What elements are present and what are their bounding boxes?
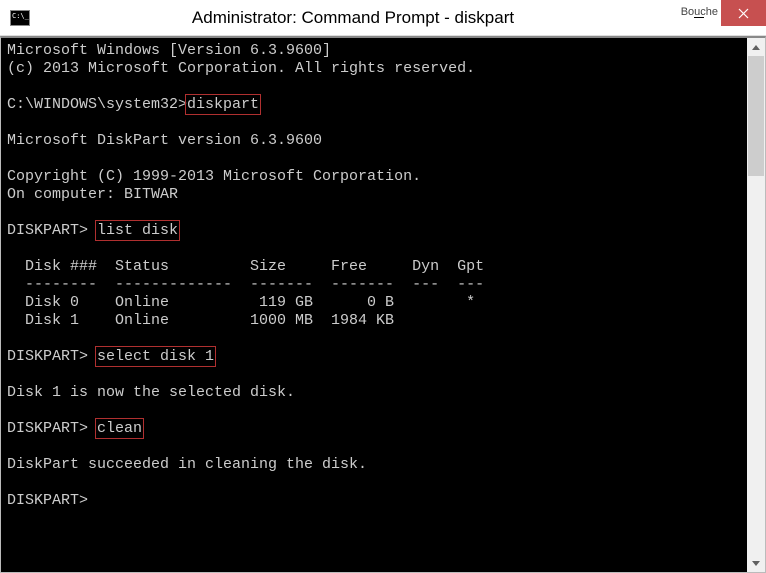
prompt: DISKPART> [7,222,97,239]
blank-line [7,366,741,384]
output-line: Disk 1 is now the selected disk. [7,384,741,402]
scroll-thumb[interactable] [748,56,764,176]
output-line: Microsoft DiskPart version 6.3.9600 [7,132,741,150]
table-header: Disk ### Status Size Free Dyn Gpt [7,258,741,276]
output-line: DiskPart succeeded in cleaning the disk. [7,456,741,474]
command-diskpart: diskpart [187,96,259,113]
prompt-line: DISKPART> clean [7,420,741,438]
table-row: Disk 0 Online 119 GB 0 B * [7,294,741,312]
output-line: Microsoft Windows [Version 6.3.9600] [7,42,741,60]
output-line: Copyright (C) 1999-2013 Microsoft Corpor… [7,168,741,186]
blank-line [7,240,741,258]
close-button[interactable] [721,0,766,26]
prompt-line: DISKPART> select disk 1 [7,348,741,366]
close-icon [738,8,749,19]
prompt: DISKPART> [7,348,97,365]
blank-line [7,402,741,420]
blank-line [7,114,741,132]
prompt-line: DISKPART> list disk [7,222,741,240]
partial-text: Bouche [681,6,718,18]
blank-line [7,330,741,348]
command-clean: clean [97,420,142,437]
prompt-line: C:\WINDOWS\system32>diskpart [7,96,741,114]
table-sep: -------- ------------- ------- ------- -… [7,276,741,294]
window-titlebar: Administrator: Command Prompt - diskpart… [0,0,766,36]
table-row: Disk 1 Online 1000 MB 1984 KB [7,312,741,330]
blank-line [7,474,741,492]
chevron-up-icon [752,45,760,50]
chevron-down-icon [752,561,760,566]
command-select-disk: select disk 1 [97,348,214,365]
scroll-up-button[interactable] [747,38,765,56]
prompt-line: DISKPART> [7,492,741,510]
prompt: DISKPART> [7,420,97,437]
command-list-disk: list disk [97,222,178,239]
prompt: C:\WINDOWS\system32> [7,96,187,113]
terminal-container: Microsoft Windows [Version 6.3.9600](c) … [0,36,766,573]
app-icon [10,10,30,26]
terminal-output[interactable]: Microsoft Windows [Version 6.3.9600](c) … [1,38,747,572]
blank-line [7,150,741,168]
blank-line [7,438,741,456]
scroll-down-button[interactable] [747,554,765,572]
output-line: (c) 2013 Microsoft Corporation. All righ… [7,60,741,78]
vertical-scrollbar[interactable] [747,38,765,572]
window-title: Administrator: Command Prompt - diskpart [30,8,676,28]
output-line: On computer: BITWAR [7,186,741,204]
blank-line [7,78,741,96]
blank-line [7,204,741,222]
